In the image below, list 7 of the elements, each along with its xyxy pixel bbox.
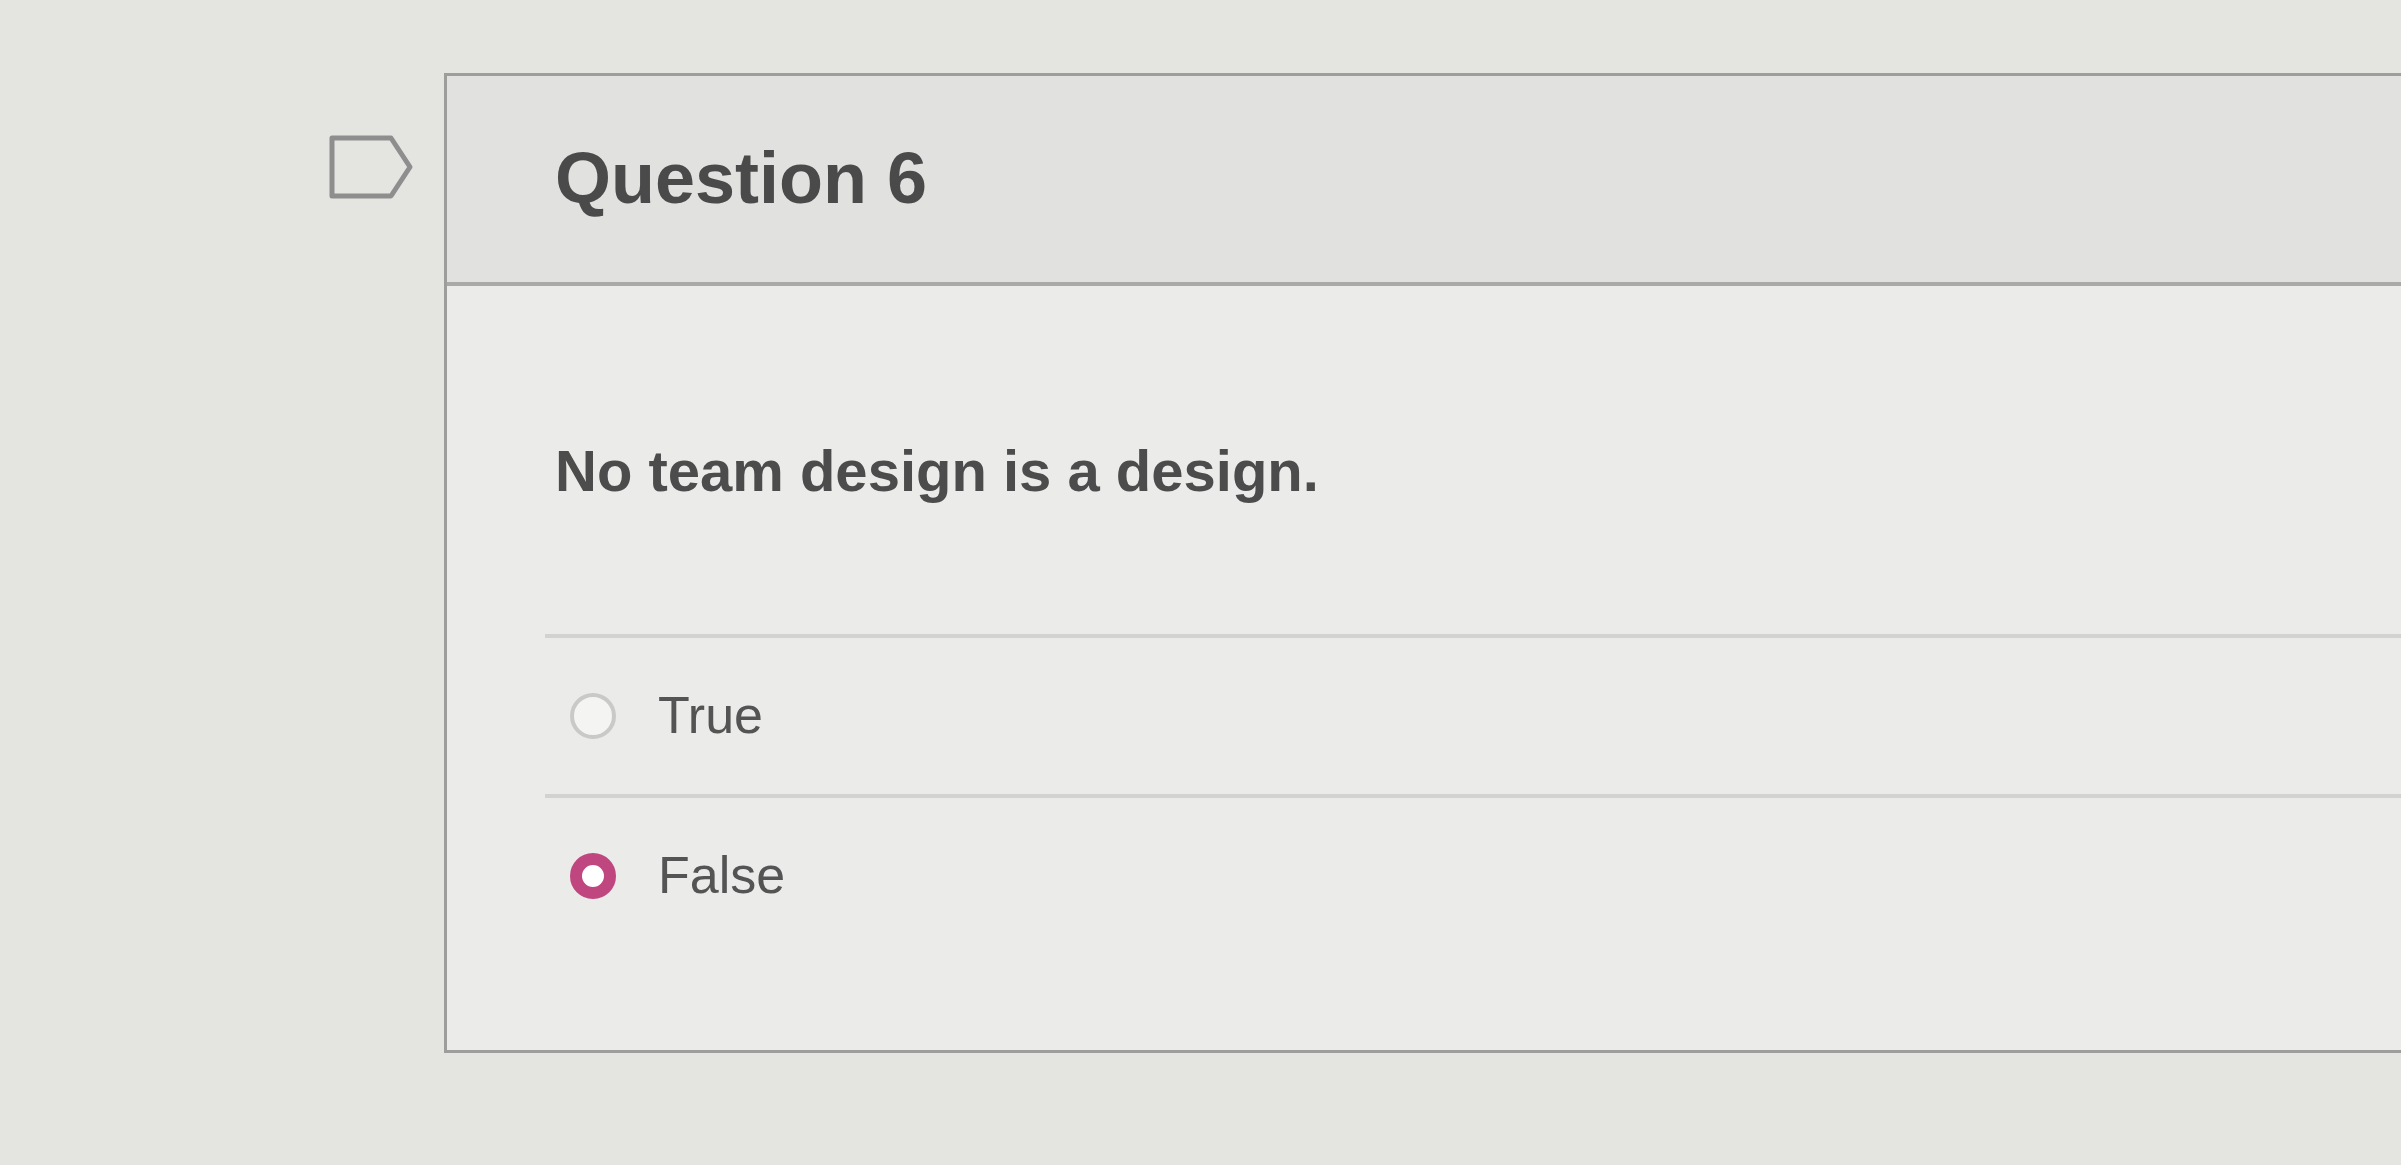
radio-button[interactable] — [570, 852, 616, 899]
question-text: No team design is a design. — [555, 438, 1319, 503]
answer-label[interactable]: False — [658, 845, 786, 906]
answer-label[interactable]: True — [658, 685, 763, 746]
question-title: Question 6 — [555, 139, 928, 219]
flag-icon[interactable] — [329, 135, 413, 199]
radio-button[interactable] — [570, 692, 616, 739]
